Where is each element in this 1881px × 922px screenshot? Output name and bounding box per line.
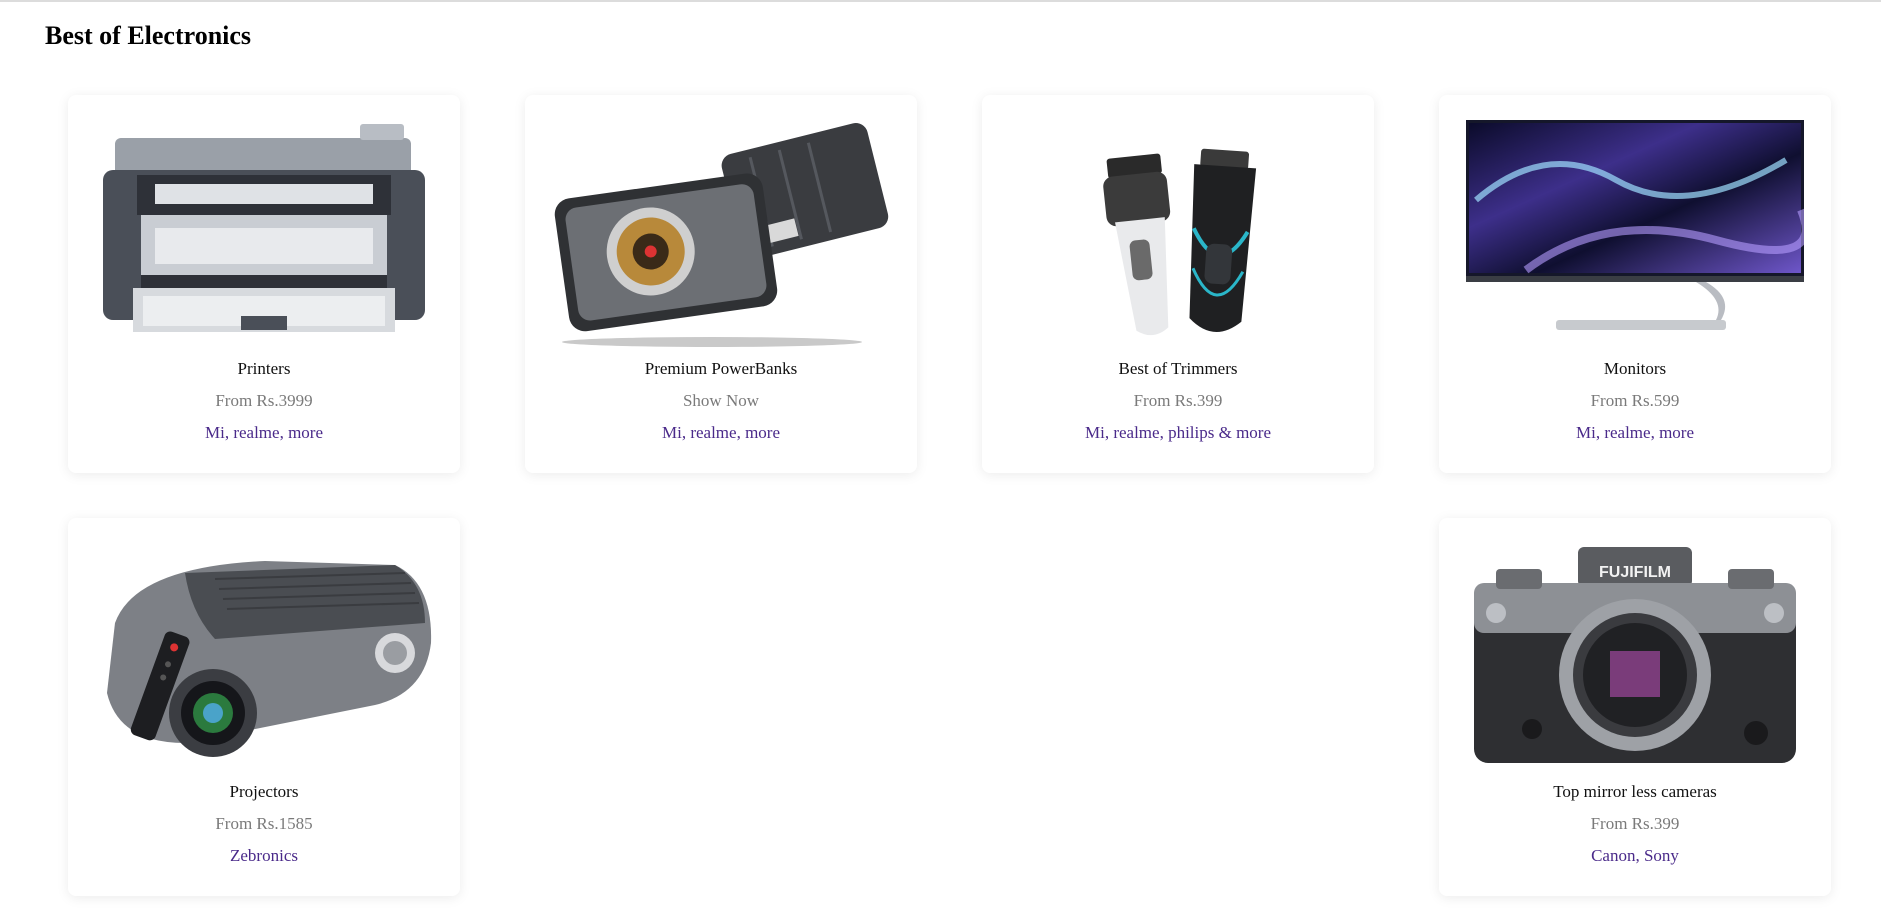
- camera-logo-text: FUJIFILM: [1599, 564, 1671, 581]
- monitor-image: [1466, 120, 1804, 348]
- product-brands: Mi, realme, more: [1575, 423, 1694, 442]
- product-price: From Rs.1585: [215, 814, 313, 833]
- product-price: From Rs.399: [1133, 391, 1223, 410]
- product-brands: Mi, realme, philips & more: [1084, 423, 1272, 442]
- section-title: Best of Electronics: [45, 21, 252, 50]
- product-price: Show Now: [682, 391, 760, 410]
- projector-image: [95, 543, 433, 771]
- product-name: Premium PowerBanks: [644, 359, 798, 378]
- product-brands: Mi, realme, more: [661, 423, 780, 442]
- product-brands: Zebronics: [230, 846, 298, 865]
- product-name: Top mirror less cameras: [1553, 782, 1717, 801]
- product-name: Best of Trimmers: [1118, 359, 1238, 378]
- product-card-projectors[interactable]: Projectors From Rs.1585 Zebronics: [68, 518, 460, 896]
- product-card-monitors[interactable]: Monitors From Rs.599 Mi, realme, more: [1439, 95, 1831, 473]
- product-price: From Rs.399: [1590, 814, 1680, 833]
- trimmer-image: [1009, 120, 1347, 348]
- product-name: Printers: [237, 359, 291, 378]
- top-divider: [0, 0, 1881, 2]
- product-brands: Canon, Sony: [1591, 846, 1679, 865]
- product-brands: Mi, realme, more: [204, 423, 323, 442]
- product-card-best-of-trimmers[interactable]: Best of Trimmers From Rs.399 Mi, realme,…: [982, 95, 1374, 473]
- camera-image: FUJIFILM: [1466, 543, 1804, 771]
- product-price: From Rs.3999: [215, 391, 313, 410]
- printer-image: [95, 120, 433, 348]
- powerbank-image: [552, 120, 890, 348]
- product-name: Monitors: [1603, 359, 1667, 378]
- product-price: From Rs.599: [1590, 391, 1680, 410]
- product-card-premium-powerbanks[interactable]: Premium PowerBanks Show Now Mi, realme, …: [525, 95, 917, 473]
- product-name: Projectors: [229, 782, 299, 801]
- product-card-mirrorless-cameras[interactable]: FUJIFILM Top mirror less cameras From Rs…: [1439, 518, 1831, 896]
- product-card-printers[interactable]: Printers From Rs.3999 Mi, realme, more: [68, 95, 460, 473]
